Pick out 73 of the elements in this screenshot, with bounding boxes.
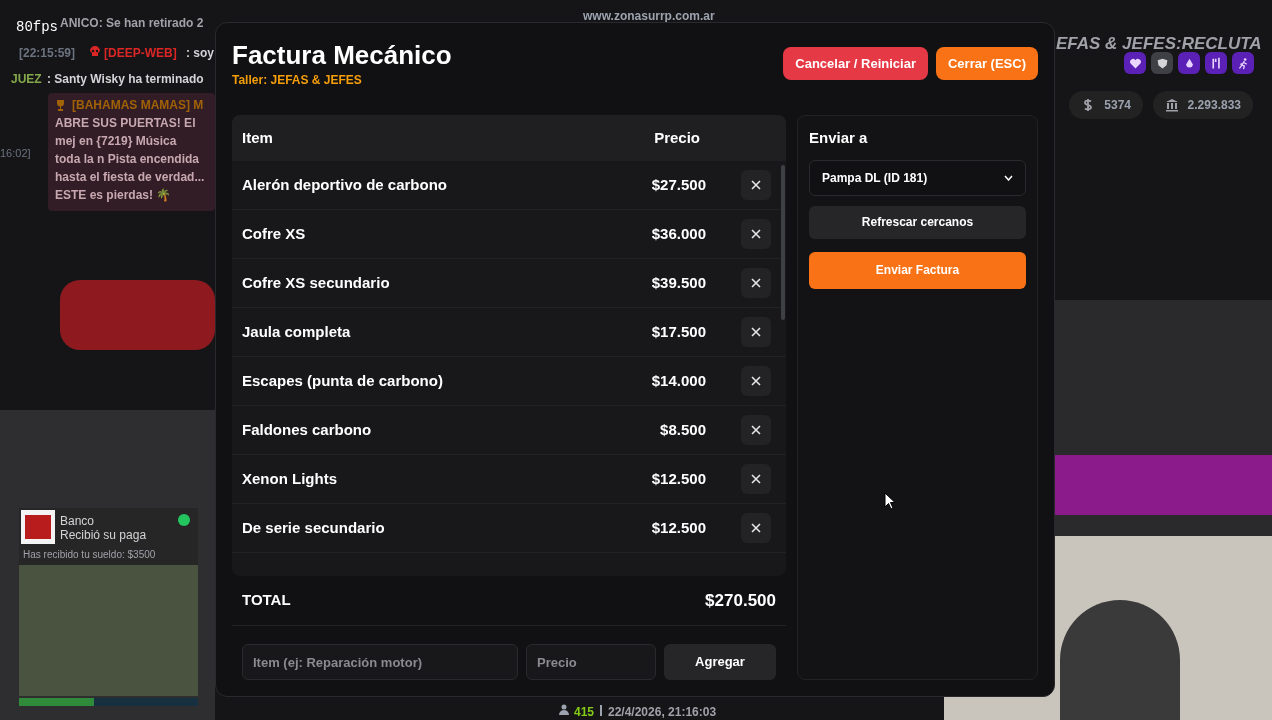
price-cell-text: $12.500 (650, 468, 706, 489)
item-cell-text: Jaula completa (242, 321, 352, 342)
close-icon (751, 425, 761, 435)
window-title: Factura Mecánico (232, 39, 452, 71)
item-cell-text: Escapes (punta de carbono) (242, 370, 444, 391)
notification-title: Banco (60, 513, 95, 530)
remove-button[interactable] (741, 415, 771, 445)
close-icon (751, 180, 761, 190)
price-cell-text: $27.500 (650, 174, 706, 195)
fps-counter: 80fps (16, 18, 58, 37)
price-cell-text: $12.500 (650, 517, 706, 538)
close-icon (751, 278, 761, 288)
refresh-button[interactable]: Refrescar cercanos (809, 205, 1026, 239)
section-heading: Enviar a (809, 128, 869, 148)
chat-time: 16:02] (0, 146, 31, 161)
item-cell-text: Alerón deportivo de carbono (242, 174, 449, 195)
recipient-value: Pampa DL (ID 181) (822, 169, 928, 187)
chat-message: ANICO: Se han retirado 2 (60, 15, 204, 32)
item-cell-text: Cofre XS (242, 223, 307, 244)
item-cell-text: Cofre XS secundario (242, 272, 391, 293)
player-count: 415 (574, 704, 595, 720)
chat-tag: JUEZ (11, 70, 42, 88)
notification-subtitle: Recibió su paga (60, 527, 147, 544)
item-cell-text: De serie secundario (242, 517, 386, 538)
close-icon (751, 229, 761, 239)
price-cell-text: $36.000 (650, 223, 706, 244)
caret-icon (1004, 174, 1013, 181)
balance-value: 2.293.833 (1187, 97, 1241, 114)
chat-time: [22:15:59] (19, 45, 76, 62)
item-cell-text: Faldones carbono (242, 419, 373, 440)
chat-message: ABRE SUS PUERTAS! El mej en {7219} Música toda la n Pista encendida hasta el fiesta de verdad... ESTE es pierdas! 🌴 (55, 115, 205, 204)
item-cell-text: Xenon Lights (242, 468, 338, 489)
total-value: $270.500 (705, 589, 776, 612)
price-input[interactable]: Precio (526, 644, 656, 680)
item-input[interactable]: Item (ej: Reparación motor) (242, 644, 518, 680)
scrollbar[interactable] (781, 165, 785, 320)
remove-button[interactable] (741, 513, 771, 543)
remove-button[interactable] (741, 464, 771, 494)
chat-message: : Santy Wisky ha terminado (47, 71, 204, 88)
dollar-icon (1081, 98, 1095, 112)
date-time: 22/4/2026, 21:16:03 (608, 704, 717, 720)
price-cell-text: $8.500 (659, 419, 706, 440)
close-icon (751, 376, 761, 386)
skull-icon (89, 45, 101, 57)
remove-button[interactable] (741, 317, 771, 347)
remove-button[interactable] (741, 366, 771, 396)
mouse-cursor (884, 492, 896, 510)
remove-button[interactable] (741, 219, 771, 249)
trophy-icon (55, 99, 66, 111)
price-cell-text: $17.500 (650, 321, 706, 342)
chat-tag: [DEEP-WEB] (104, 44, 177, 62)
close-icon (751, 523, 761, 533)
remove-button[interactable] (741, 268, 771, 298)
balance-value: 5374 (1104, 97, 1131, 114)
column-header: Item (242, 127, 274, 148)
bank-icon (1165, 98, 1179, 112)
close-icon (751, 474, 761, 484)
price-cell-text: $39.500 (650, 272, 706, 293)
close-icon (751, 327, 761, 337)
recipient-dropdown[interactable]: Pampa DL (ID 181) (809, 159, 1026, 196)
remove-button[interactable] (741, 170, 771, 200)
add-button[interactable]: Agregar (664, 644, 776, 680)
workshop-label: Taller: JEFAS & JEFES (232, 72, 363, 89)
chat-tag: [BAHAMAS MAMAS] M (72, 96, 204, 114)
total-label: TOTAL (242, 590, 291, 611)
person-icon (559, 704, 569, 715)
cancel-button[interactable]: Cancelar / Reiniciar (783, 47, 928, 80)
job-label: EFAS & JEFES:RECLUTA (1056, 33, 1262, 55)
notification-body: Has recibido tu sueldo: $3500 (23, 548, 156, 562)
column-header: Precio (653, 127, 700, 148)
price-cell-text: $14.000 (650, 370, 706, 391)
website-url: www.zonasurrp.com.ar (583, 8, 715, 25)
chat-message: : soy (186, 45, 214, 62)
